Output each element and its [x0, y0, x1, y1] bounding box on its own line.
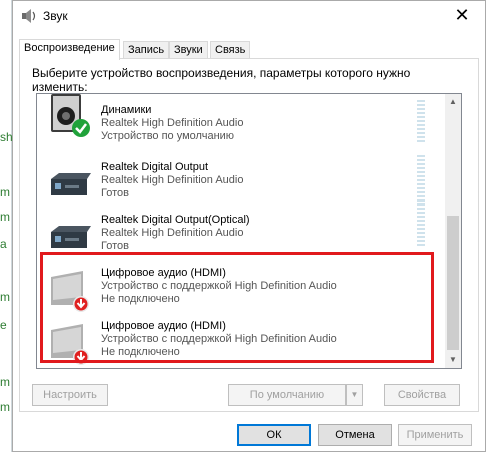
level-meter — [417, 100, 425, 144]
device-driver: Realtek High Definition Audio — [101, 227, 244, 239]
digital-output-icon — [51, 173, 91, 195]
device-item[interactable]: Цифровое аудио (HDMI) Устройство с подде… — [37, 316, 447, 368]
device-list[interactable]: Динамики Realtek High Definition Audio У… — [36, 93, 462, 369]
tab-recording[interactable]: Запись — [123, 41, 170, 59]
background-text: m — [0, 185, 10, 199]
device-driver: Устройство с поддержкой High Definition … — [101, 280, 337, 292]
speaker-default-icon — [51, 94, 90, 137]
chevron-down-icon[interactable]: ▼ — [346, 384, 363, 406]
device-name: Цифровое аудио (HDMI) — [101, 267, 226, 279]
tab-sounds[interactable]: Звуки — [169, 41, 208, 59]
scroll-down-icon[interactable]: ▼ — [445, 352, 461, 368]
scroll-up-icon[interactable]: ▲ — [445, 94, 461, 110]
device-status: Не подключено — [101, 346, 180, 358]
hdmi-disconnected-icon — [51, 324, 89, 365]
set-default-button[interactable]: По умолчанию — [228, 384, 346, 406]
title-bar: Звук ✕ — [13, 1, 485, 31]
device-name: Цифровое аудио (HDMI) — [101, 320, 226, 332]
background-window: sh m m a m e m m — [0, 0, 13, 452]
speaker-icon — [22, 9, 36, 23]
instruction-text: Выберите устройство воспроизведения, пар… — [32, 66, 411, 94]
window-title: Звук — [43, 9, 68, 23]
device-name: Динамики — [101, 104, 152, 116]
background-text: m — [0, 290, 10, 304]
device-status: Готов — [101, 240, 129, 252]
cancel-button[interactable]: Отмена — [318, 424, 392, 446]
level-meter — [417, 200, 425, 248]
background-text: m — [0, 400, 10, 414]
device-status: Не подключено — [101, 293, 180, 305]
background-text: e — [0, 318, 7, 332]
vertical-scrollbar[interactable]: ▲ ▼ — [445, 94, 461, 368]
tab-playback[interactable]: Воспроизведение — [19, 39, 120, 60]
configure-button[interactable]: Настроить — [32, 384, 108, 406]
sound-dialog: Звук ✕ Воспроизведение Запись Звуки Связ… — [12, 0, 486, 452]
close-icon[interactable]: ✕ — [439, 1, 485, 31]
background-text: a — [0, 237, 7, 251]
device-status: Готов — [101, 187, 129, 199]
scroll-thumb[interactable] — [447, 216, 459, 350]
device-item[interactable]: Динамики Realtek High Definition Audio У… — [37, 94, 447, 144]
device-name: Realtek Digital Output — [101, 161, 208, 173]
hdmi-disconnected-icon — [51, 271, 89, 312]
device-status: Устройство по умолчанию — [101, 130, 235, 142]
background-text: sh — [0, 130, 13, 144]
properties-button[interactable]: Свойства — [384, 384, 460, 406]
apply-button[interactable]: Применить — [398, 424, 472, 446]
device-name: Realtek Digital Output(Optical) — [101, 214, 250, 226]
background-text: m — [0, 375, 10, 389]
device-driver: Realtek High Definition Audio — [101, 174, 244, 186]
device-driver: Устройство с поддержкой High Definition … — [101, 333, 337, 345]
device-item[interactable]: Цифровое аудио (HDMI) Устройство с подде… — [37, 263, 447, 317]
background-text: m — [0, 210, 10, 224]
device-item[interactable]: Realtek Digital Output(Optical) Realtek … — [37, 200, 447, 264]
device-item[interactable]: Realtek Digital Output Realtek High Defi… — [37, 155, 447, 211]
device-driver: Realtek High Definition Audio — [101, 117, 244, 129]
playback-panel: Выберите устройство воспроизведения, пар… — [19, 58, 479, 412]
ok-button[interactable]: ОК — [237, 424, 311, 446]
optical-output-icon — [51, 226, 91, 248]
tab-communications[interactable]: Связь — [210, 41, 251, 59]
